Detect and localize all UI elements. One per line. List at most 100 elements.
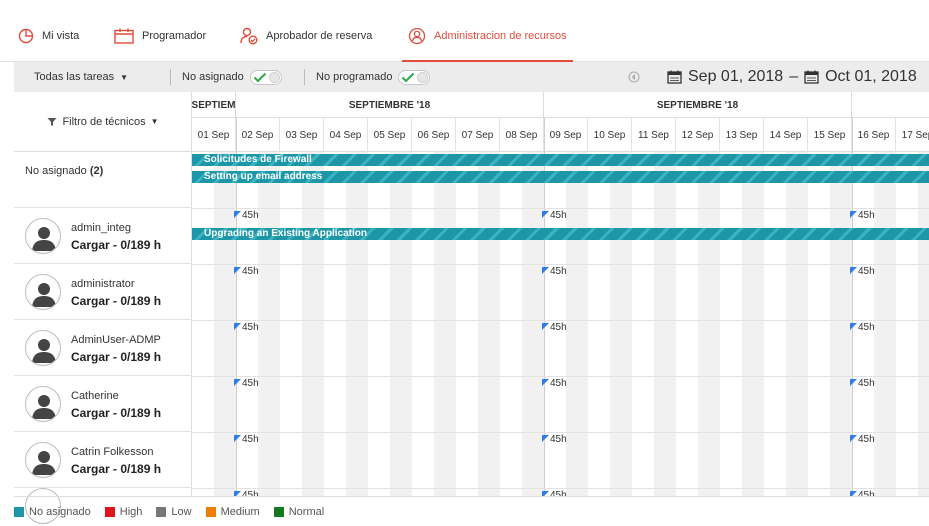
flag-icon bbox=[542, 379, 549, 386]
unscheduled-toggle[interactable] bbox=[398, 69, 431, 85]
technician-filter[interactable]: Filtro de técnicos ▼ bbox=[14, 92, 192, 152]
unassigned-toggle-label: No asignado bbox=[182, 71, 244, 83]
unassigned-toggle[interactable] bbox=[249, 69, 282, 85]
technician-load: Cargar - 0/189 h bbox=[71, 294, 162, 308]
row-divider bbox=[192, 264, 929, 265]
flag-icon bbox=[542, 435, 549, 442]
flag-icon bbox=[234, 435, 241, 442]
flag-icon bbox=[234, 379, 241, 386]
unassigned-count: (2) bbox=[89, 165, 104, 177]
tab-aprobador-de-reserva[interactable]: Aprobador de reserva bbox=[240, 22, 372, 50]
capacity-label: 45h bbox=[550, 322, 567, 333]
technician-filter-label: Filtro de técnicos bbox=[62, 115, 146, 128]
calendar-icon bbox=[114, 28, 134, 44]
flag-icon bbox=[850, 267, 857, 274]
day-column-shade bbox=[478, 152, 500, 496]
avatar bbox=[25, 330, 61, 366]
flag-icon bbox=[542, 323, 549, 330]
divider bbox=[170, 69, 171, 85]
month-label: SEPTIEM bbox=[192, 92, 236, 118]
capacity-label: 45h bbox=[550, 266, 567, 277]
date-to: Oct 01, 2018 bbox=[825, 68, 917, 85]
day-column-shade bbox=[302, 152, 324, 496]
weekly-capacity-marker: 45h bbox=[234, 378, 259, 389]
legend-swatch bbox=[205, 506, 216, 517]
tab-programador[interactable]: Programador bbox=[114, 22, 206, 50]
legend-label: Medium bbox=[220, 505, 260, 518]
day-header-cell: 13 Sep bbox=[720, 118, 764, 152]
month-label: SEPTIEMBRE '18 bbox=[544, 92, 852, 118]
day-header: 01 Sep 02 Sep 03 Sep 04 Sep 05 Sep 06 Sep 07 S… bbox=[192, 118, 929, 152]
weekly-capacity-marker: 45h bbox=[542, 322, 567, 333]
day-column-shade bbox=[258, 152, 280, 496]
capacity-label: 45h bbox=[858, 266, 875, 277]
flag-icon bbox=[850, 379, 857, 386]
flag-icon bbox=[850, 435, 857, 442]
user-avatar-icon bbox=[32, 283, 56, 307]
task-bar[interactable]: Solicitudes de Firewall bbox=[192, 154, 929, 166]
weekly-capacity-marker: 45h bbox=[850, 322, 875, 333]
capacity-label: 45h bbox=[242, 210, 259, 221]
tasks-dropdown[interactable]: Todas las tareas ▼ bbox=[34, 62, 128, 92]
tasks-dropdown-label: Todas las tareas bbox=[34, 71, 115, 83]
technician-row-label[interactable]: administrator Cargar - 0/189 h bbox=[14, 264, 192, 320]
flag-icon bbox=[234, 211, 241, 218]
chevron-down-icon: ▼ bbox=[120, 72, 129, 82]
avatar bbox=[25, 386, 61, 422]
legend-swatch bbox=[14, 506, 24, 517]
technician-row-label[interactable]: Catherine Cargar - 0/189 h bbox=[14, 376, 192, 432]
unassigned-label: No asignado (2) bbox=[25, 165, 103, 177]
legend-label: High bbox=[119, 505, 143, 518]
unassigned-filter: No asignado bbox=[182, 62, 282, 92]
technician-name: admin_integ bbox=[71, 222, 131, 234]
calendar-icon[interactable] bbox=[667, 70, 682, 84]
capacity-label: 45h bbox=[242, 266, 259, 277]
legend-swatch bbox=[156, 506, 167, 517]
legend-label: No asignado bbox=[29, 505, 91, 518]
capacity-label: 45h bbox=[550, 434, 567, 445]
day-header-cell: 07 Sep bbox=[456, 118, 500, 152]
day-column-shade bbox=[786, 152, 808, 496]
technician-load: Cargar - 0/189 h bbox=[71, 238, 162, 252]
flag-icon bbox=[850, 323, 857, 330]
weekly-capacity-marker: 45h bbox=[542, 210, 567, 221]
legend-item: Medium bbox=[205, 505, 260, 518]
day-header-cell: 11 Sep bbox=[632, 118, 676, 152]
day-header-cell: 05 Sep bbox=[368, 118, 412, 152]
capacity-label: 45h bbox=[550, 210, 567, 221]
row-divider bbox=[192, 488, 929, 489]
previous-icon bbox=[628, 71, 640, 83]
technician-row-label[interactable]: admin_integ Cargar - 0/189 h bbox=[14, 208, 192, 264]
date-range: Sep 01, 2018 – Oct 01, 2018 bbox=[667, 62, 917, 92]
day-column-shade bbox=[346, 152, 368, 496]
day-header-cell: 09 Sep bbox=[544, 118, 588, 152]
calendar-icon[interactable] bbox=[804, 70, 819, 84]
day-column-shade bbox=[742, 152, 764, 496]
capacity-label: 45h bbox=[242, 434, 259, 445]
weekly-capacity-marker: 45h bbox=[850, 210, 875, 221]
tab-administracion-de-recursos[interactable]: Administracion de recursos bbox=[402, 22, 573, 62]
weekly-capacity-marker: 45h bbox=[234, 434, 259, 445]
technician-row-label[interactable]: AdminUser-ADMP Cargar - 0/189 h bbox=[14, 320, 192, 376]
task-bar[interactable]: Setting up email address bbox=[192, 171, 929, 183]
tab-mi-vista[interactable]: Mi vista bbox=[18, 22, 79, 50]
technician-row-label[interactable]: Catrin Folkesson Cargar - 0/189 h bbox=[14, 432, 192, 488]
tab-label: Administracion de recursos bbox=[434, 30, 567, 42]
previous-period-button[interactable] bbox=[628, 62, 640, 92]
weekly-capacity-marker: 45h bbox=[234, 266, 259, 277]
flag-icon bbox=[850, 211, 857, 218]
day-header-cell: 14 Sep bbox=[764, 118, 808, 152]
day-column-shade bbox=[654, 152, 676, 496]
row-divider bbox=[192, 320, 929, 321]
day-column-shade bbox=[830, 152, 852, 496]
task-bar[interactable]: Upgrading an Existing Application bbox=[192, 228, 929, 240]
tab-label: Mi vista bbox=[42, 30, 80, 42]
day-column-shade bbox=[610, 152, 632, 496]
tab-label: Aprobador de reserva bbox=[266, 30, 373, 42]
month-header: SEPTIEM SEPTIEMBRE '18 SEPTIEMBRE '18 bbox=[192, 92, 929, 118]
capacity-label: 45h bbox=[858, 322, 875, 333]
divider bbox=[304, 69, 305, 85]
legend: No asignado High Low Medium Normal bbox=[14, 496, 929, 526]
day-column-shade bbox=[214, 152, 236, 496]
legend-item: High bbox=[104, 505, 143, 518]
